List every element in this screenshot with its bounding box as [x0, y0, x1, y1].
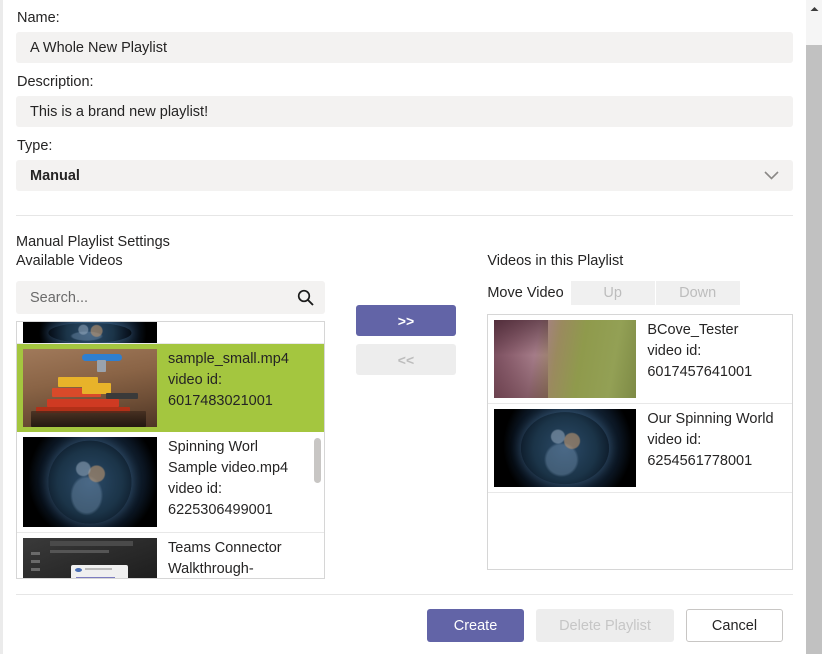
search-placeholder: Search...	[30, 289, 89, 306]
move-up-button[interactable]: Up	[570, 281, 655, 305]
type-select-value: Manual	[30, 167, 80, 184]
type-label: Type:	[17, 138, 53, 154]
list-item[interactable]: Spinning Worl Sample video.mp4 video id:…	[17, 432, 324, 533]
table-row[interactable]: BCove_Tester video id: 6017457641001	[488, 315, 792, 404]
manual-playlist-settings-title: Manual Playlist Settings	[16, 234, 170, 250]
playlist-videos-list[interactable]: BCove_Tester video id: 6017457641001 Our…	[487, 314, 793, 570]
earth-thumbnail	[23, 437, 157, 527]
earth-thumbnail	[23, 322, 157, 343]
video-id-label: video id:	[168, 481, 223, 497]
video-id-value: 6254561778001	[647, 453, 753, 469]
list-item[interactable]: sample_small.mp4 video id: 6017483021001	[17, 344, 324, 432]
video-title: Spinning Worl Sample video.mp4	[168, 439, 289, 476]
search-icon[interactable]	[297, 289, 314, 306]
cancel-button[interactable]: Cancel	[686, 609, 783, 642]
type-select[interactable]: Manual	[16, 160, 793, 191]
name-label: Name:	[17, 10, 60, 26]
page-scrollbar-thumb[interactable]	[806, 45, 822, 654]
chevron-down-icon	[764, 169, 779, 182]
video-id-label: video id:	[647, 432, 702, 448]
table-row[interactable]: Our Spinning World video id: 62545617780…	[488, 404, 792, 493]
name-input[interactable]: A Whole New Playlist	[16, 32, 793, 63]
remove-from-playlist-button[interactable]: <<	[355, 344, 456, 375]
description-input[interactable]: This is a brand new playlist!	[16, 96, 793, 127]
available-videos-title: Available Videos	[16, 253, 123, 269]
list-item[interactable]: Teams Connector Walkthrough-	[17, 533, 324, 578]
available-videos-list[interactable]: sample_small.mp4 video id: 6017483021001…	[16, 321, 325, 579]
video-title: sample_small.mp4	[168, 351, 289, 367]
section-divider	[16, 215, 793, 216]
available-videos-column: Available Videos Search... sample_small.…	[16, 252, 325, 579]
playlist-videos-column: Videos in this Playlist Move Video Up Do…	[487, 252, 793, 570]
description-label: Description:	[17, 74, 94, 90]
lego-thumbnail	[23, 349, 157, 427]
available-list-scrollbar[interactable]	[313, 438, 321, 483]
list-item[interactable]	[17, 322, 324, 344]
earth-thumbnail	[494, 409, 637, 487]
video-id-label: video id:	[168, 372, 223, 388]
video-id-label: video id:	[647, 343, 702, 359]
video-title: BCove_Tester	[647, 322, 739, 338]
videos-in-playlist-title: Videos in this Playlist	[487, 253, 624, 269]
create-button[interactable]: Create	[427, 609, 524, 642]
search-input[interactable]: Search...	[16, 281, 325, 314]
video-id-value: 6017483021001	[168, 393, 273, 409]
page-scrollbar[interactable]	[806, 0, 822, 654]
video-title: Teams Connector Walkthrough-	[168, 540, 282, 577]
video-id-value: 6017457641001	[647, 364, 753, 380]
person-thumbnail	[494, 320, 637, 398]
add-to-playlist-button[interactable]: >>	[355, 305, 456, 336]
video-transfer-area: Available Videos Search... sample_small.…	[16, 252, 793, 579]
teams-thumbnail	[23, 538, 157, 578]
footer-actions: Create Delete Playlist Cancel	[16, 595, 793, 642]
move-down-button[interactable]: Down	[655, 281, 740, 305]
scroll-up-arrow-icon[interactable]	[806, 0, 822, 17]
video-id-value: 6225306499001	[168, 502, 273, 518]
video-title: Our Spinning World	[647, 411, 774, 427]
playlist-editor-window: Name: A Whole New Playlist Description: …	[0, 0, 822, 654]
move-video-controls: Move Video Up Down	[487, 281, 793, 305]
transfer-buttons-column: >> <<	[325, 252, 488, 375]
scrollable-content-pane: Name: A Whole New Playlist Description: …	[0, 0, 806, 654]
move-video-label: Move Video	[487, 285, 564, 301]
delete-playlist-button[interactable]: Delete Playlist	[536, 609, 674, 642]
